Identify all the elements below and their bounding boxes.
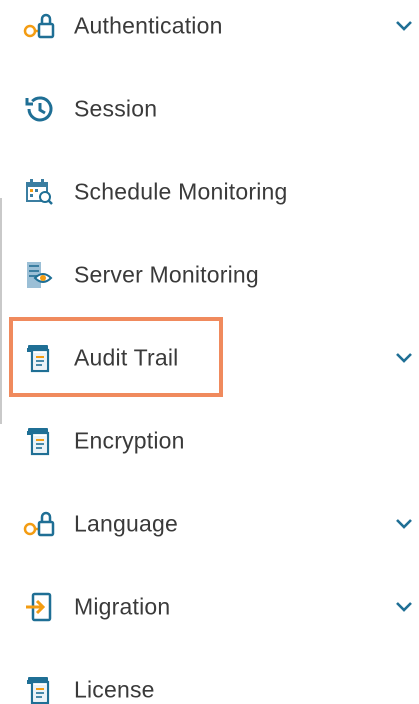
lock-key-icon	[22, 507, 56, 541]
menu-item-label: Language	[74, 510, 178, 537]
left-divider	[0, 198, 2, 424]
menu-item-label: Migration	[74, 593, 171, 620]
document-stack-icon	[22, 424, 56, 458]
server-eye-icon	[22, 258, 56, 292]
menu-item-label: License	[74, 676, 155, 703]
document-stack-icon	[22, 673, 56, 704]
chevron-down-icon[interactable]	[393, 347, 415, 369]
settings-menu: Authentication Session Schedule Monitori…	[0, 0, 419, 704]
menu-item-migration[interactable]: Migration	[0, 577, 419, 637]
chevron-down-icon[interactable]	[393, 15, 415, 37]
menu-item-label: Schedule Monitoring	[74, 178, 288, 205]
document-stack-icon	[22, 341, 56, 375]
menu-item-label: Encryption	[74, 427, 185, 454]
menu-item-schedule-monitoring[interactable]: Schedule Monitoring	[0, 162, 419, 222]
menu-item-authentication[interactable]: Authentication	[0, 0, 419, 56]
chevron-down-icon[interactable]	[393, 596, 415, 618]
history-clock-icon	[22, 92, 56, 126]
chevron-down-icon[interactable]	[393, 513, 415, 535]
lock-key-icon	[22, 9, 56, 43]
calendar-search-icon	[22, 175, 56, 209]
menu-item-label: Server Monitoring	[74, 261, 259, 288]
menu-item-encryption[interactable]: Encryption	[0, 411, 419, 471]
menu-item-label: Audit Trail	[74, 344, 179, 371]
menu-item-language[interactable]: Language	[0, 494, 419, 554]
menu-item-label: Session	[74, 95, 158, 122]
menu-item-server-monitoring[interactable]: Server Monitoring	[0, 245, 419, 305]
menu-item-session[interactable]: Session	[0, 79, 419, 139]
menu-item-audit-trail[interactable]: Audit Trail	[0, 328, 419, 388]
menu-item-license[interactable]: License	[0, 660, 419, 704]
import-arrow-icon	[22, 590, 56, 624]
menu-item-label: Authentication	[74, 12, 223, 39]
